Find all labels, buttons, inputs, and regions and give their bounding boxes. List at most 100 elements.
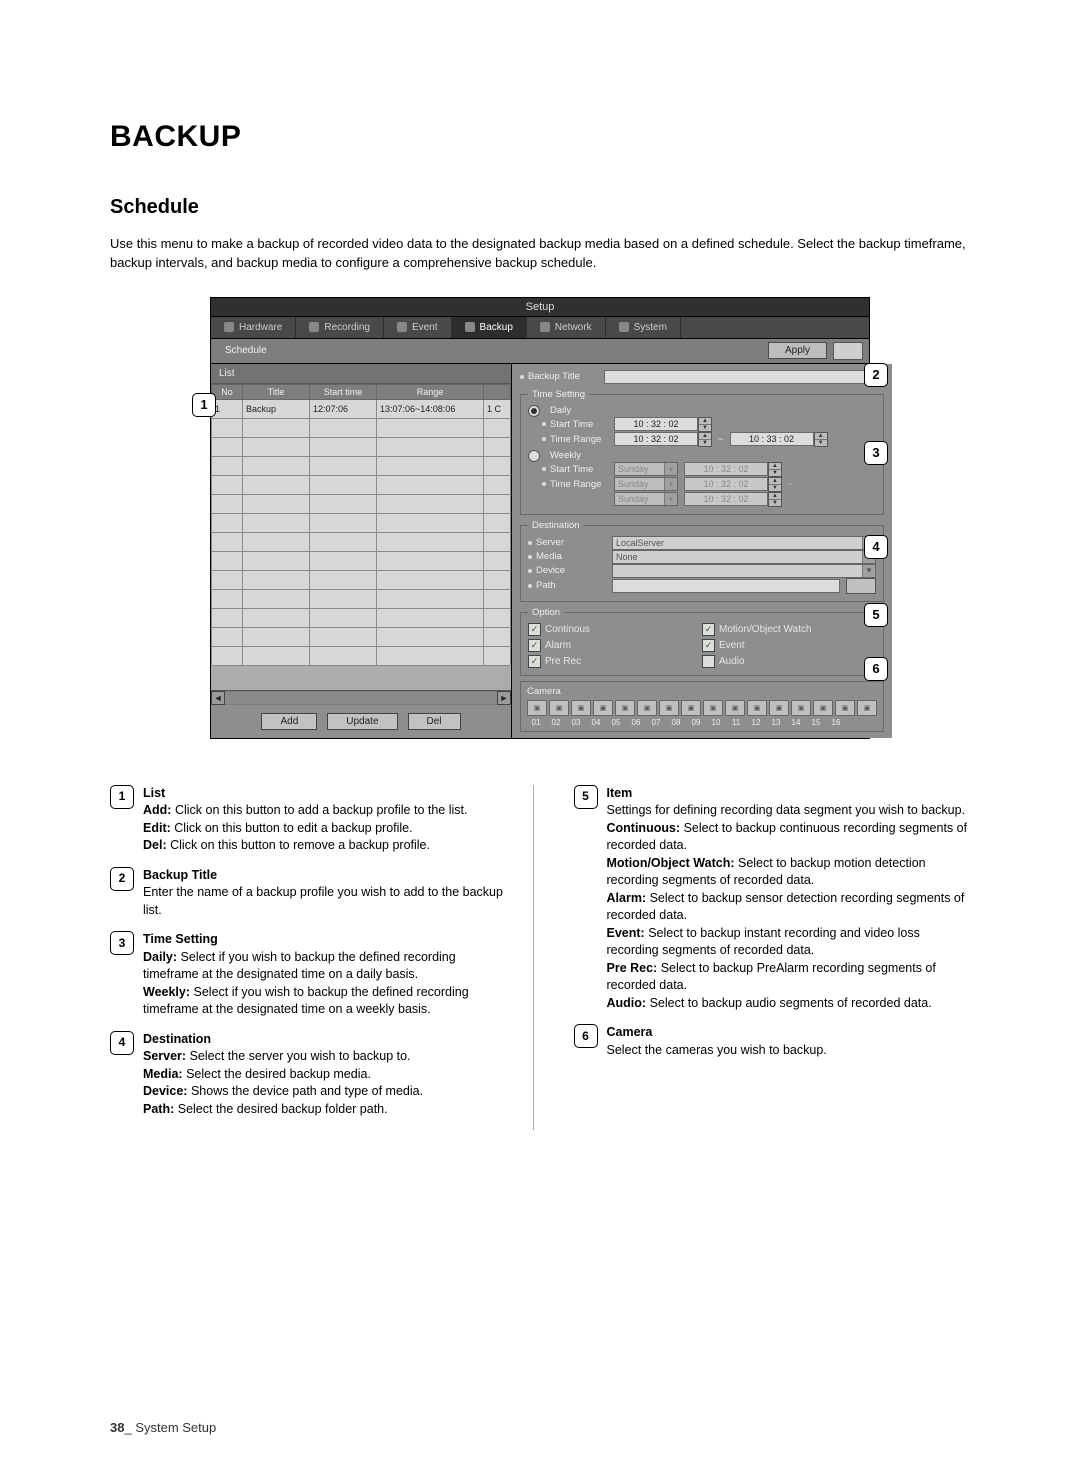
- desc1-add-val: Click on this button to add a backup pro…: [175, 803, 468, 817]
- cell-trail: 1 C: [484, 399, 511, 418]
- backup-title-input[interactable]: [604, 370, 884, 384]
- camera-toggle[interactable]: ▣: [549, 700, 569, 716]
- system-icon: [619, 322, 629, 332]
- scroll-left-icon[interactable]: ◄: [211, 691, 225, 705]
- weekly-range-day1[interactable]: Sunday▾: [614, 477, 678, 491]
- spinner-icon[interactable]: ▲▼: [814, 432, 828, 447]
- camera-toggle[interactable]: ▣: [857, 700, 877, 716]
- spinner-icon[interactable]: ▲▼: [768, 492, 782, 507]
- del-button[interactable]: Del: [408, 713, 461, 730]
- daily-start-time[interactable]: 10 : 32 : 02▲▼: [614, 417, 712, 432]
- desc5-alarm-val: Select to backup sensor detection record…: [607, 891, 965, 923]
- scroll-right-icon[interactable]: ►: [497, 691, 511, 705]
- network-icon: [540, 322, 550, 332]
- desc4-title: Destination: [143, 1031, 507, 1049]
- weekly-range-day2[interactable]: Sunday▾: [614, 492, 678, 506]
- cell-no: 1: [212, 399, 243, 418]
- col-title[interactable]: Title: [243, 384, 310, 399]
- cell-start: 12:07:06: [310, 399, 377, 418]
- camera-toggle[interactable]: ▣: [747, 700, 767, 716]
- alarm-check[interactable]: ✓Alarm: [528, 639, 702, 652]
- weekly-range-t2-value: 10 : 32 : 02: [684, 492, 768, 506]
- camera-toggle[interactable]: ▣: [593, 700, 613, 716]
- weekly-start-time[interactable]: 10 : 32 : 02▲▼: [684, 462, 782, 477]
- weekly-range-label: Time Range: [528, 479, 608, 490]
- window-title: Setup: [210, 297, 870, 316]
- camera-toggle[interactable]: ▣: [571, 700, 591, 716]
- option-legend: Option: [528, 607, 564, 618]
- path-browse-button[interactable]: [846, 578, 876, 594]
- chevron-down-icon: ▾: [862, 565, 875, 577]
- tab-event[interactable]: Event: [384, 317, 452, 338]
- col-no[interactable]: No: [212, 384, 243, 399]
- server-select[interactable]: LocalServer▾: [612, 536, 876, 550]
- camera-toggle[interactable]: ▣: [527, 700, 547, 716]
- camera-icons-row: ▣▣▣▣ ▣▣▣▣ ▣▣▣▣ ▣▣▣▣: [527, 700, 877, 716]
- tab-backup[interactable]: Backup: [452, 317, 527, 338]
- option-group: Option ✓Continous ✓Motion/Object Watch ✓…: [520, 607, 884, 676]
- camera-toggle[interactable]: ▣: [813, 700, 833, 716]
- daily-range-from[interactable]: 10 : 32 : 02▲▼: [614, 432, 712, 447]
- desc4-path-val: Select the desired backup folder path.: [178, 1102, 388, 1116]
- weekly-start-day[interactable]: Sunday▾: [614, 462, 678, 476]
- daily-range-to-value: 10 : 33 : 02: [730, 432, 814, 446]
- spinner-icon[interactable]: ▲▼: [768, 462, 782, 477]
- daily-range-to[interactable]: 10 : 33 : 02▲▼: [730, 432, 828, 447]
- tab-hardware-label: Hardware: [239, 322, 282, 333]
- update-button[interactable]: Update: [327, 713, 397, 730]
- desc1-add-key: Add:: [143, 803, 171, 817]
- subnav-schedule[interactable]: Schedule: [217, 343, 275, 358]
- tab-recording[interactable]: Recording: [296, 317, 384, 338]
- daily-radio[interactable]: [528, 405, 540, 417]
- continous-check[interactable]: ✓Continous: [528, 623, 702, 636]
- desc5-pre-key: Pre Rec:: [607, 961, 658, 975]
- list-h-scrollbar[interactable]: ◄ ►: [211, 690, 511, 705]
- weekly-start-day-value: Sunday: [618, 464, 649, 474]
- prerec-check[interactable]: ✓Pre Rec: [528, 655, 702, 668]
- backup-icon: [465, 322, 475, 332]
- camera-toggle[interactable]: ▣: [681, 700, 701, 716]
- weekly-label: Weekly: [550, 450, 581, 461]
- camera-group: Camera ▣▣▣▣ ▣▣▣▣ ▣▣▣▣ ▣▣▣▣ 01020304 0506…: [520, 681, 884, 732]
- keyboard-button[interactable]: [833, 342, 863, 360]
- camera-toggle[interactable]: ▣: [725, 700, 745, 716]
- tab-network[interactable]: Network: [527, 317, 606, 338]
- camera-toggle[interactable]: ▣: [769, 700, 789, 716]
- col-range[interactable]: Range: [377, 384, 484, 399]
- page-footer: 38_ System Setup: [110, 1420, 216, 1435]
- motion-check[interactable]: ✓Motion/Object Watch: [702, 623, 876, 636]
- weekly-range-t2[interactable]: 10 : 32 : 02▲▼: [684, 492, 782, 507]
- spinner-icon[interactable]: ▲▼: [768, 477, 782, 492]
- section-title: Schedule: [110, 196, 970, 219]
- audio-check[interactable]: Audio: [702, 655, 876, 668]
- tab-hardware[interactable]: Hardware: [211, 317, 296, 338]
- camera-toggle[interactable]: ▣: [615, 700, 635, 716]
- camera-toggle[interactable]: ▣: [703, 700, 723, 716]
- col-start[interactable]: Start time: [310, 384, 377, 399]
- camera-toggle[interactable]: ▣: [659, 700, 679, 716]
- device-select[interactable]: ▾: [612, 564, 876, 578]
- media-select[interactable]: None▾: [612, 550, 876, 564]
- apply-button[interactable]: Apply: [768, 342, 827, 359]
- tab-system-label: System: [634, 322, 667, 333]
- tab-system[interactable]: System: [606, 317, 681, 338]
- camera-toggle[interactable]: ▣: [791, 700, 811, 716]
- tab-bar: Hardware Recording Event Backup Network …: [210, 316, 870, 339]
- schedule-table: No Title Start time Range 1 Backup 12:07…: [211, 384, 511, 690]
- desc4-media-key: Media:: [143, 1067, 183, 1081]
- camera-toggle[interactable]: ▣: [835, 700, 855, 716]
- table-row[interactable]: 1 Backup 12:07:06 13:07:06~14:08:06 1 C: [212, 399, 511, 418]
- callout-4: 4: [864, 535, 888, 559]
- path-input[interactable]: [612, 579, 840, 593]
- weekly-range-t1[interactable]: 10 : 32 : 02▲▼: [684, 477, 782, 492]
- add-button[interactable]: Add: [261, 713, 317, 730]
- spinner-icon[interactable]: ▲▼: [698, 432, 712, 447]
- event-check[interactable]: ✓Event: [702, 639, 876, 652]
- path-label: Path: [528, 580, 606, 591]
- camera-toggle[interactable]: ▣: [637, 700, 657, 716]
- desc4-media-val: Select the desired backup media.: [186, 1067, 371, 1081]
- spinner-icon[interactable]: ▲▼: [698, 417, 712, 432]
- desc3-title: Time Setting: [143, 931, 507, 949]
- weekly-radio[interactable]: [528, 450, 540, 462]
- col-trail[interactable]: [484, 384, 511, 399]
